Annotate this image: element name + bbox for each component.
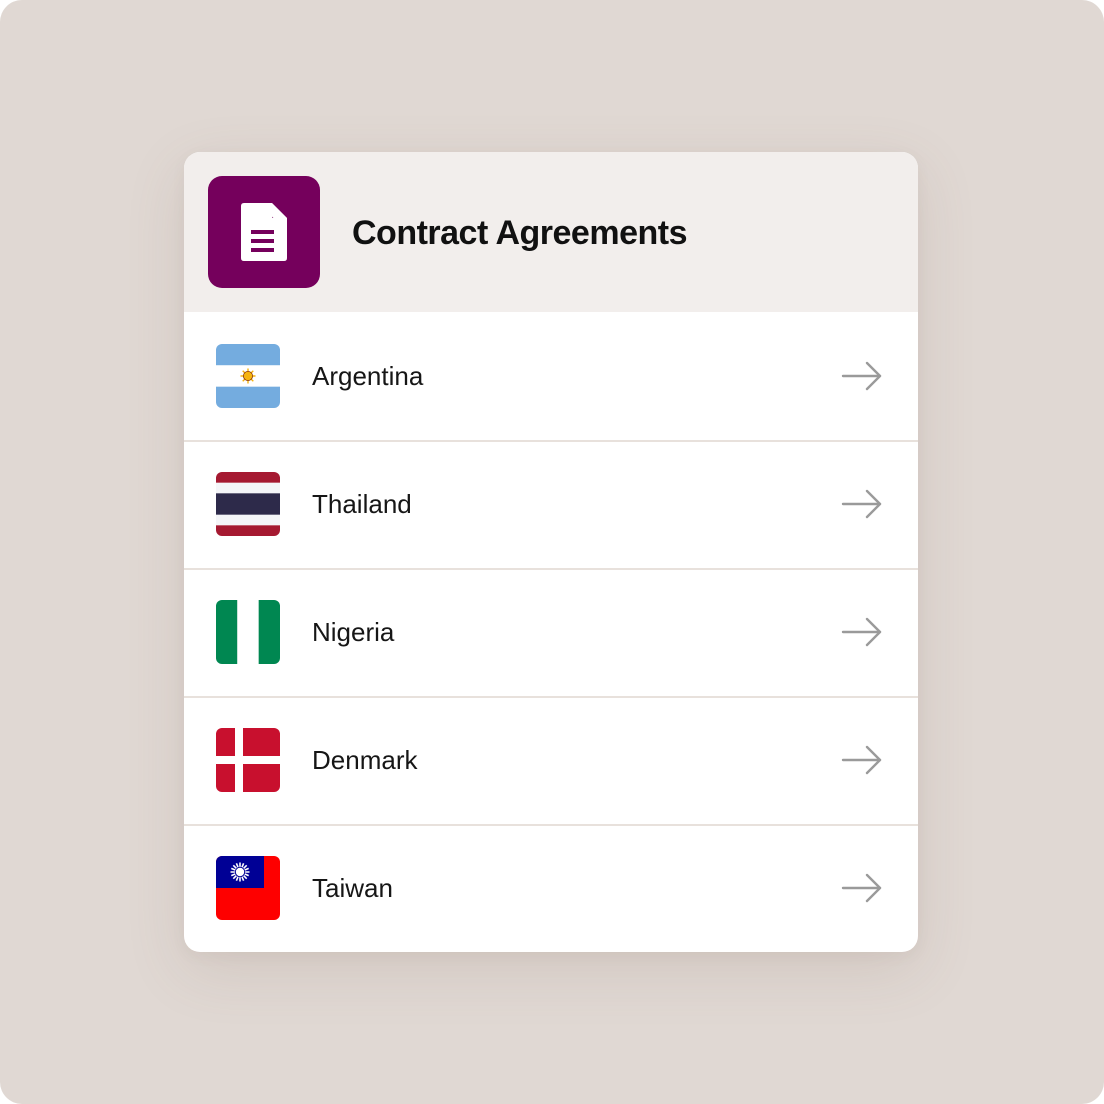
card-title: Contract Agreements [352,214,687,252]
thailand-flag-icon [216,472,280,536]
card-header: Contract Agreements [184,152,918,312]
list-item-taiwan[interactable]: Taiwan [184,824,918,952]
list-item-thailand[interactable]: Thailand [184,440,918,568]
list-item-nigeria[interactable]: Nigeria [184,568,918,696]
nigeria-flag-icon [216,600,280,664]
country-name: Taiwan [312,873,393,903]
contract-agreements-card: Contract Agreements Argentina Thailand N… [184,152,918,952]
country-name: Denmark [312,745,418,775]
arrow-right-icon[interactable] [840,744,884,776]
document-icon [208,176,320,288]
arrow-right-icon[interactable] [840,488,884,520]
list-item-argentina[interactable]: Argentina [184,312,918,440]
taiwan-flag-icon [216,856,280,920]
arrow-right-icon[interactable] [840,360,884,392]
list-item-denmark[interactable]: Denmark [184,696,918,824]
country-list: Argentina Thailand Nigeria Denmark Taiwa… [184,312,918,952]
country-name: Argentina [312,361,424,391]
arrow-right-icon[interactable] [840,872,884,904]
argentina-flag-icon [216,344,280,408]
country-name: Nigeria [312,617,395,647]
page-background: Contract Agreements Argentina Thailand N… [0,0,1104,1104]
country-name: Thailand [312,489,412,519]
denmark-flag-icon [216,728,280,792]
arrow-right-icon[interactable] [840,616,884,648]
